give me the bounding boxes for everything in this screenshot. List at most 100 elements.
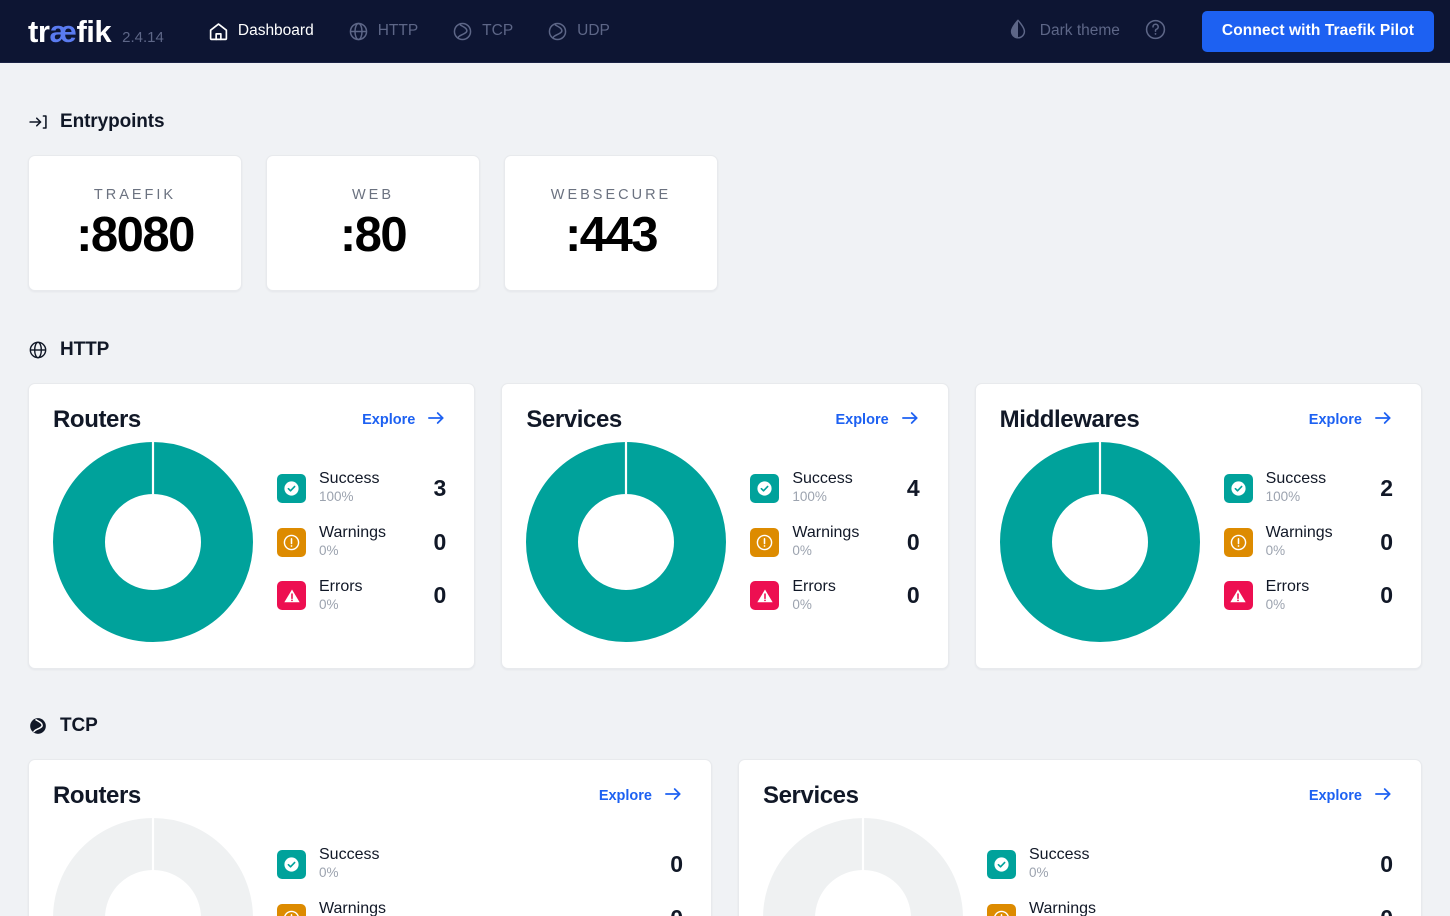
legend-count: 0 (900, 582, 924, 609)
nav-link-label: Dashboard (238, 22, 314, 40)
stat-card-header: Routers Explore (53, 406, 450, 434)
nav-link-tcp[interactable]: TCP (438, 13, 527, 50)
arrow-right-icon (900, 408, 920, 432)
network-icon (452, 21, 473, 42)
legend-text: Warnings0% (1266, 524, 1360, 560)
nav-link-udp[interactable]: UDP (533, 13, 624, 50)
explore-label: Explore (362, 412, 415, 428)
explore-link[interactable]: Explore (1309, 408, 1397, 432)
legend-label: Errors (1266, 578, 1360, 596)
donut-chart (53, 442, 253, 642)
nav-link-http[interactable]: HTTP (334, 13, 432, 50)
legend-percentage: 0% (1029, 864, 1360, 882)
entrypoint-port: :80 (340, 211, 406, 260)
arrow-right-icon (1373, 408, 1393, 432)
chart-legend: Success0%0Warnings0%0Errors0%0 (975, 846, 1397, 916)
chart-legend: Success0%0Warnings0%0Errors0%0 (265, 846, 687, 916)
stat-card-title: Routers (53, 782, 141, 810)
legend-label: Warnings (1266, 524, 1360, 542)
legend-text: Warnings0% (319, 524, 413, 560)
stat-card-body: Success0%0Warnings0%0Errors0%0 (53, 818, 687, 916)
legend-text: Success0% (1029, 846, 1360, 882)
droplet-half-icon (1007, 18, 1029, 45)
legend-row: Warnings0%0 (1224, 524, 1397, 560)
warning-triangle-icon (750, 581, 779, 610)
help-button[interactable] (1136, 11, 1176, 51)
legend-row: Success100%4 (750, 470, 923, 506)
legend-text: Errors0% (1266, 578, 1360, 614)
legend-count: 0 (1373, 851, 1397, 878)
page-content: Entrypoints TRAEFIK :8080 WEB :80 WEBSEC… (0, 111, 1450, 916)
stat-card-header: ServicesExplore (763, 782, 1397, 810)
check-circle-icon (1224, 474, 1253, 503)
donut-chart (763, 818, 963, 916)
main-nav: Dashboard HTTP TCP (194, 13, 624, 50)
brand-prefix: tr (28, 14, 49, 49)
legend-count: 0 (426, 582, 450, 609)
legend-label: Errors (319, 578, 413, 596)
stat-card-title: Middlewares (1000, 406, 1140, 434)
stat-card-header: ServicesExplore (526, 406, 923, 434)
entrypoint-card[interactable]: TRAEFIK :8080 (28, 155, 242, 291)
donut-chart (526, 442, 726, 642)
legend-row: Errors0% 0 (277, 578, 450, 614)
nav-link-dashboard[interactable]: Dashboard (194, 13, 328, 50)
legend-count: 0 (900, 529, 924, 556)
legend-row: Warnings0%0 (750, 524, 923, 560)
entrypoint-card[interactable]: WEB :80 (266, 155, 480, 291)
legend-percentage: 0% (319, 864, 650, 882)
explore-label: Explore (1309, 412, 1362, 428)
brand-ae-ligature: æ (49, 14, 76, 49)
explore-link[interactable]: Explore (599, 784, 687, 808)
legend-count: 0 (663, 905, 687, 916)
stat-card-body: Success100%2 Warnings0%0 Errors0%0 (1000, 442, 1397, 642)
nav-link-label: TCP (482, 22, 513, 40)
globe-icon (28, 340, 48, 360)
legend-count: 0 (663, 851, 687, 878)
legend-row: Success100%2 (1224, 470, 1397, 506)
legend-text: Warnings0% (319, 900, 650, 916)
stat-card-title: Routers (53, 406, 141, 434)
legend-row: Warnings0% 0 (277, 900, 687, 916)
legend-percentage: 0% (319, 542, 413, 560)
http-card-row: RoutersExploreSuccess100%3Warnings0%0Err… (28, 383, 1422, 669)
legend-row: Errors0%0 (1224, 578, 1397, 614)
explore-link[interactable]: Explore (1309, 784, 1397, 808)
entrypoint-card[interactable]: WEBSECURE :443 (504, 155, 718, 291)
legend-text: Success100% (1266, 470, 1360, 506)
legend-row: Success100%3 (277, 470, 450, 506)
connect-traefik-pilot-button[interactable]: Connect with Traefik Pilot (1202, 11, 1434, 52)
legend-percentage: 0% (1266, 596, 1360, 614)
check-circle-icon (277, 474, 306, 503)
brand-wordmark: træfik (28, 16, 111, 47)
explore-link[interactable]: Explore (362, 408, 450, 432)
stat-card: MiddlewaresExploreSuccess100%2Warnings0%… (975, 383, 1422, 669)
navbar-right-group: Dark theme Connect with Traefik Pilot (995, 10, 1434, 53)
nav-link-label: UDP (577, 22, 610, 40)
exclamation-circle-icon (987, 904, 1016, 916)
tcp-card-row: RoutersExploreSuccess0%0Warnings0%0Error… (28, 759, 1422, 916)
legend-label: Success (319, 470, 413, 488)
legend-label: Success (792, 470, 886, 488)
entrypoint-port: :443 (565, 211, 657, 260)
warning-triangle-icon (277, 581, 306, 610)
legend-text: Success100% (319, 470, 413, 506)
explore-label: Explore (599, 788, 652, 804)
globe-icon (348, 21, 369, 42)
chart-legend: Success100%4Warnings0%0Errors0%0 (738, 470, 923, 614)
chart-legend: Success100%2 Warnings0%0 Errors0%0 (1212, 470, 1397, 614)
exclamation-circle-icon (277, 528, 306, 557)
login-arrow-icon (28, 112, 48, 132)
legend-row: Success0%0 (277, 846, 687, 882)
donut-chart (53, 818, 253, 916)
legend-label: Success (1029, 846, 1360, 864)
dark-theme-toggle[interactable]: Dark theme (995, 10, 1132, 53)
home-icon (208, 21, 229, 42)
explore-label: Explore (835, 412, 888, 428)
legend-percentage: 0% (792, 596, 886, 614)
brand-logo[interactable]: træfik 2.4.14 (28, 16, 164, 47)
legend-text: Warnings0% (1029, 900, 1360, 916)
legend-percentage: 0% (319, 596, 413, 614)
legend-percentage: 100% (319, 488, 413, 506)
explore-link[interactable]: Explore (835, 408, 923, 432)
